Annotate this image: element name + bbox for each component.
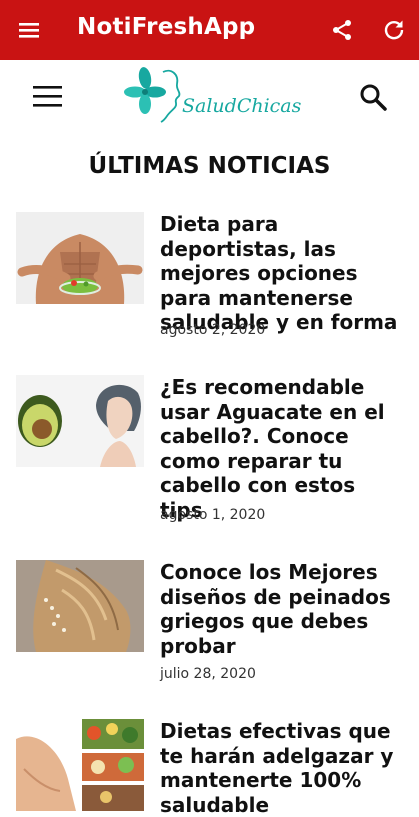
article-title[interactable]: ¿Es recomendable usar Aguacate en el cab… [160, 375, 404, 522]
article-item[interactable]: Dietas efectivas que te harán adelgazar … [16, 719, 404, 817]
site-header: SaludChicas [0, 60, 419, 135]
search-icon[interactable] [358, 82, 388, 112]
article-thumbnail[interactable] [16, 560, 144, 652]
article-item[interactable]: Conoce los Mejores diseños de peinados g… [16, 560, 404, 690]
app-title: NotiFreshApp [77, 14, 256, 40]
article-thumbnail[interactable] [16, 719, 144, 811]
article-item[interactable]: ¿Es recomendable usar Aguacate en el cab… [16, 375, 404, 525]
menu-icon[interactable] [18, 19, 40, 41]
article-item[interactable]: Dieta para deportistas, las mejores opci… [16, 212, 404, 342]
article-title[interactable]: Conoce los Mejores diseños de peinados g… [160, 560, 404, 658]
flower-logo-icon [124, 67, 166, 114]
article-date: julio 28, 2020 [160, 666, 256, 682]
site-menu-icon[interactable] [33, 84, 63, 108]
article-thumbnail[interactable] [16, 375, 144, 467]
share-icon[interactable] [330, 18, 354, 42]
article-thumbnail[interactable] [16, 212, 144, 304]
article-title[interactable]: Dieta para deportistas, las mejores opci… [160, 212, 404, 335]
refresh-icon[interactable] [382, 18, 406, 42]
section-heading: ÚLTIMAS NOTICIAS [88, 153, 331, 179]
site-logo-text: SaludChicas [182, 95, 302, 117]
app-bar: NotiFreshApp [0, 0, 419, 60]
article-title[interactable]: Dietas efectivas que te harán adelgazar … [160, 719, 404, 817]
article-date: agosto 1, 2020 [160, 507, 266, 523]
article-date: agosto 2, 2020 [160, 322, 266, 338]
